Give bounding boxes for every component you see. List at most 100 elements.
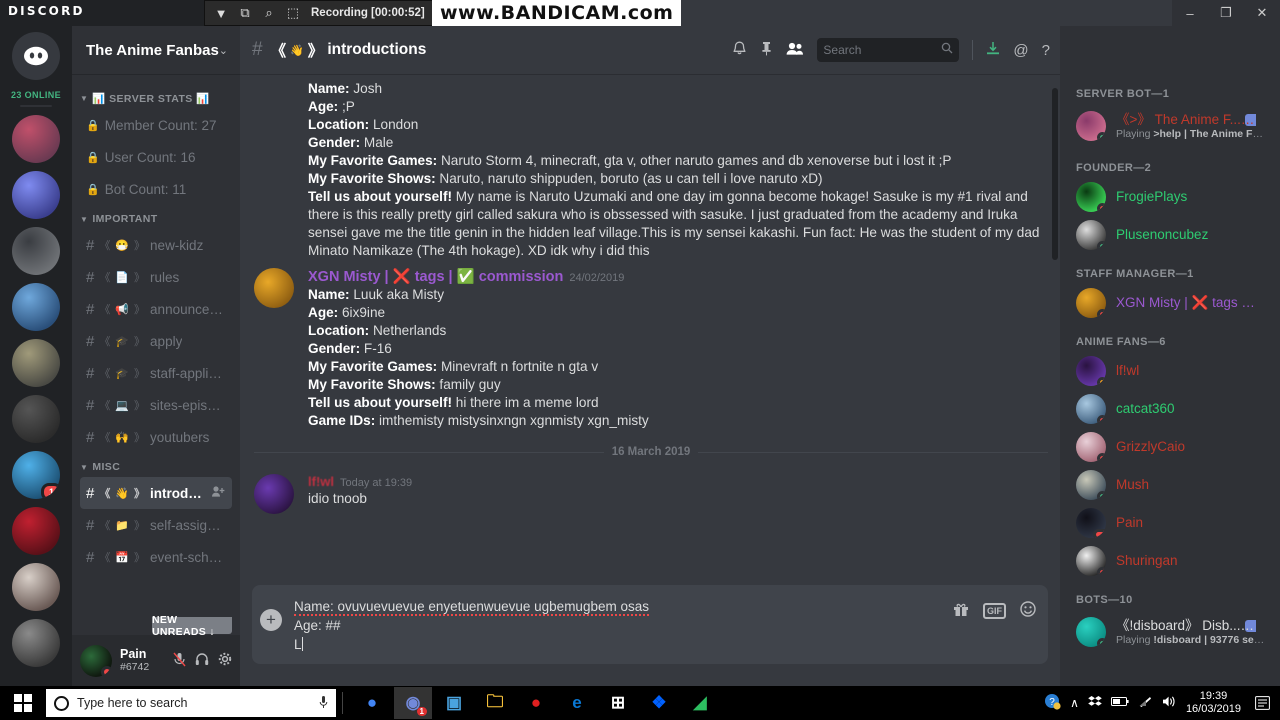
member-list-item[interactable]: 《>》 The Anime F...BOTPlaying >help | The… bbox=[1060, 104, 1280, 148]
maximize-button[interactable]: ❐ bbox=[1208, 0, 1244, 26]
home-button[interactable] bbox=[12, 32, 60, 80]
gear-icon[interactable] bbox=[218, 652, 232, 670]
sidebar-item-apply[interactable]: # 《 🎓 》 apply bbox=[80, 325, 232, 357]
gift-icon[interactable] bbox=[953, 602, 969, 621]
pin-icon[interactable] bbox=[760, 41, 773, 59]
avatar[interactable] bbox=[1076, 470, 1106, 500]
taskbar-app-chrome[interactable]: ● bbox=[353, 687, 391, 719]
avatar[interactable] bbox=[1076, 617, 1106, 647]
messages-scrollbar[interactable] bbox=[1052, 88, 1058, 260]
member-list-item[interactable]: catcat360 bbox=[1060, 390, 1280, 428]
start-button[interactable] bbox=[0, 686, 46, 720]
sidebar-item-self-assigned-roles[interactable]: # 《 📁 》 self-assigned-roles bbox=[80, 509, 232, 541]
help-icon[interactable]: ? bbox=[1042, 43, 1050, 58]
taskbar-clock[interactable]: 19:39 16/03/2019 bbox=[1186, 690, 1241, 715]
taskbar-app-photos[interactable]: ▣ bbox=[435, 687, 473, 719]
avatar[interactable] bbox=[254, 268, 294, 308]
taskbar-app-discord[interactable]: ◉ 1 bbox=[394, 687, 432, 719]
taskbar-app-evernote[interactable]: ◢ bbox=[681, 687, 719, 719]
region-capture-icon[interactable]: ⬚ bbox=[281, 2, 305, 24]
taskbar-app-microsoft-store[interactable]: ⊞ bbox=[599, 687, 637, 719]
guild-icon-3[interactable] bbox=[12, 227, 60, 275]
member-list-item[interactable]: 《!disboard》 Disb...BOTPlaying !disboard … bbox=[1060, 610, 1280, 654]
chevron-down-icon[interactable]: ⌄ bbox=[219, 44, 228, 57]
server-header[interactable]: The Anime Fanbase ⌄ bbox=[72, 26, 240, 74]
message-composer[interactable]: + Name: ovuvuevuevue enyetuenwuevue ugbe… bbox=[252, 585, 1048, 664]
avatar[interactable] bbox=[1076, 182, 1106, 212]
member-list-item[interactable]: lf!wl bbox=[1060, 352, 1280, 390]
dropbox-tray-icon[interactable] bbox=[1088, 695, 1102, 712]
guild-icon-9[interactable] bbox=[12, 563, 60, 611]
mic-muted-icon[interactable] bbox=[173, 652, 186, 670]
sidebar-item-introductions[interactable]: # 《 👋 》 introductions bbox=[80, 477, 232, 509]
sidebar-item-sites-episodes-se[interactable]: # 《 💻 》 sites-episodes-se... bbox=[80, 389, 232, 421]
member-list-item[interactable]: FrogiePlays bbox=[1060, 178, 1280, 216]
member-list-item[interactable]: Pain bbox=[1060, 504, 1280, 542]
member-list-item[interactable]: Mush bbox=[1060, 466, 1280, 504]
sidebar-item-announcements[interactable]: # 《 📢 》 announcements bbox=[80, 293, 232, 325]
taskbar-app-file-explorer[interactable]: 🗀 bbox=[476, 687, 514, 719]
guild-icon-10[interactable] bbox=[12, 619, 60, 667]
sidebar-item-member-count-27[interactable]: 🔒 Member Count: 27 bbox=[80, 109, 232, 141]
avatar[interactable] bbox=[1076, 220, 1106, 250]
new-unreads-banner[interactable]: NEW UNREADS ↓ bbox=[152, 614, 232, 638]
member-list-item[interactable]: Plusenoncubez bbox=[1060, 216, 1280, 254]
avatar[interactable] bbox=[254, 474, 294, 514]
guild-icon-1[interactable] bbox=[12, 115, 60, 163]
guild-icon-8[interactable] bbox=[12, 507, 60, 555]
sidebar-item-event-schedule[interactable]: # 《 📅 》 event-schedule bbox=[80, 541, 232, 573]
message-author[interactable]: lf!wl bbox=[308, 474, 334, 489]
window-capture-icon[interactable]: ⧉ bbox=[233, 2, 257, 24]
avatar[interactable] bbox=[80, 645, 112, 677]
member-list-item[interactable]: Shuringan bbox=[1060, 542, 1280, 580]
avatar[interactable] bbox=[1076, 111, 1106, 141]
avatar[interactable] bbox=[1076, 356, 1106, 386]
microphone-icon[interactable] bbox=[319, 695, 328, 712]
guild-icon-2[interactable] bbox=[12, 171, 60, 219]
guild-icon-7[interactable]: 1 bbox=[12, 451, 60, 499]
taskbar-app-dropbox[interactable]: ❖ bbox=[640, 687, 678, 719]
search-icon[interactable] bbox=[941, 41, 953, 59]
taskbar-app-bandicam[interactable]: ● bbox=[517, 687, 555, 719]
members-icon[interactable] bbox=[786, 42, 804, 58]
avatar[interactable] bbox=[1076, 546, 1106, 576]
wifi-icon[interactable] bbox=[1138, 695, 1153, 711]
sidebar-item-youtubers[interactable]: # 《 🙌 》 youtubers bbox=[80, 421, 232, 453]
member-list-item[interactable]: XGN Misty | ❌ tags | ... bbox=[1060, 284, 1280, 322]
taskbar-search-input[interactable]: Type here to search bbox=[46, 689, 336, 717]
chevron-down-icon[interactable]: ▼ bbox=[209, 2, 233, 24]
message-author[interactable]: XGN Misty | ❌ tags | ✅ commission bbox=[308, 268, 563, 285]
taskbar-app-edge[interactable]: e bbox=[558, 687, 596, 719]
chevron-up-icon[interactable]: ∧ bbox=[1070, 696, 1079, 710]
guild-icon-6[interactable] bbox=[12, 395, 60, 443]
sidebar-item-rules[interactable]: # 《 📄 》 rules bbox=[80, 261, 232, 293]
avatar[interactable] bbox=[1076, 508, 1106, 538]
avatar[interactable] bbox=[1076, 394, 1106, 424]
battery-icon[interactable] bbox=[1110, 696, 1129, 710]
guild-icon-5[interactable] bbox=[12, 339, 60, 387]
headphones-icon[interactable] bbox=[195, 652, 209, 670]
search-icon[interactable]: ⌕ bbox=[257, 2, 281, 24]
minimize-button[interactable]: – bbox=[1172, 0, 1208, 26]
sidebar-item-new-kidz[interactable]: # 《 😷 》 new-kidz bbox=[80, 229, 232, 261]
search-input[interactable]: Search bbox=[817, 38, 960, 62]
close-button[interactable]: ✕ bbox=[1244, 0, 1280, 26]
channel-category-header[interactable]: ▼ 📊 SERVER STATS 📊 bbox=[72, 84, 240, 109]
channel-category-header[interactable]: ▼ MISC bbox=[72, 453, 240, 477]
guild-icon-4[interactable] bbox=[12, 283, 60, 331]
emoji-icon[interactable] bbox=[1020, 601, 1036, 621]
inbox-icon[interactable] bbox=[986, 41, 1000, 59]
add-member-icon[interactable] bbox=[212, 486, 226, 500]
message-input[interactable]: Name: ovuvuevuevue enyetuenwuevue ugbemu… bbox=[282, 595, 953, 654]
action-center-icon[interactable] bbox=[1250, 696, 1274, 710]
sidebar-item-staff-application[interactable]: # 《 🎓 》 staff-application bbox=[80, 357, 232, 389]
avatar[interactable] bbox=[1076, 432, 1106, 462]
channel-category-header[interactable]: ▼ IMPORTANT bbox=[72, 205, 240, 229]
volume-icon[interactable] bbox=[1162, 695, 1177, 711]
sidebar-item-user-count-16[interactable]: 🔒 User Count: 16 bbox=[80, 141, 232, 173]
gif-button[interactable]: GIF bbox=[983, 603, 1006, 619]
bell-icon[interactable] bbox=[732, 41, 747, 60]
mention-icon[interactable]: @ bbox=[1013, 43, 1028, 58]
avatar[interactable] bbox=[1076, 288, 1106, 318]
member-list-item[interactable]: GrizzlyCaio bbox=[1060, 428, 1280, 466]
